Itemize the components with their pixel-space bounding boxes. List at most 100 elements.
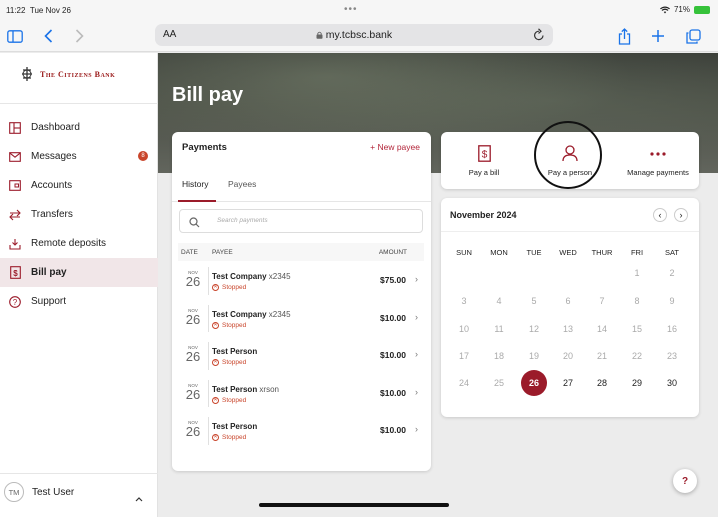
question-circle-icon: ?: [8, 295, 22, 309]
calendar-day[interactable]: 27: [555, 370, 581, 396]
weekday-label: THUR: [591, 248, 613, 257]
calendar-day[interactable]: 23: [659, 343, 685, 369]
sidebar-item-label: Support: [31, 296, 67, 307]
status-time: 11:22 Tue Nov 26: [6, 6, 71, 15]
sidebar-nav: Dashboard Messages 8 Accounts Transfers …: [0, 113, 158, 316]
table-row[interactable]: NOV 26 Test Person ✕ Stopped $10.00 ›: [178, 337, 424, 375]
deposit-icon: [8, 237, 22, 251]
user-menu[interactable]: TM Test User: [4, 482, 74, 502]
calendar-day[interactable]: 3: [451, 288, 477, 314]
table-header: DATE PAYEE AMOUNT: [178, 243, 424, 261]
unread-badge: 8: [138, 151, 148, 161]
address-bar[interactable]: AA my.tcbsc.bank: [155, 24, 553, 46]
calendar-day[interactable]: 29: [624, 370, 650, 396]
calendar-day[interactable]: 21: [589, 343, 615, 369]
payment-amount: $75.00: [380, 275, 406, 285]
calendar-day[interactable]: 8: [624, 288, 650, 314]
status-badge: ✕ Stopped: [212, 434, 247, 441]
lock-icon: [316, 31, 323, 39]
back-icon[interactable]: [37, 25, 59, 47]
calendar-day[interactable]: 2: [659, 260, 685, 286]
search-input[interactable]: Search payments: [179, 209, 423, 233]
browser-toolbar: AA my.tcbsc.bank: [0, 20, 718, 52]
calendar-day[interactable]: 1: [624, 260, 650, 286]
sidebar-toggle-icon[interactable]: [4, 25, 26, 47]
column-amount: AMOUNT: [378, 249, 407, 256]
sidebar-item-label: Accounts: [31, 180, 73, 191]
calendar-day[interactable]: 4: [486, 288, 512, 314]
url-text[interactable]: my.tcbsc.bank: [155, 29, 553, 41]
table-row[interactable]: NOV 26 Test Person ✕ Stopped $10.00 ›: [178, 412, 424, 450]
chevron-right-icon: ›: [415, 386, 418, 397]
calendar-day[interactable]: 20: [555, 343, 581, 369]
calendar-day[interactable]: 10: [451, 316, 477, 342]
calendar-day[interactable]: 6: [555, 288, 581, 314]
calendar-day[interactable]: 28: [589, 370, 615, 396]
table-row[interactable]: NOV 26 Test Company x2345 ✕ Stopped $75.00…: [178, 262, 424, 300]
payment-amount: $10.00: [380, 350, 406, 360]
sidebar-item-messages[interactable]: Messages 8: [0, 142, 158, 171]
sidebar-item-transfers[interactable]: Transfers: [0, 200, 158, 229]
avatar: TM: [4, 482, 24, 502]
manage-payments-label: Manage payments: [627, 167, 689, 177]
calendar-day[interactable]: 19: [521, 343, 547, 369]
calendar-day[interactable]: 11: [486, 316, 512, 342]
bank-logo[interactable]: The Citizens Bank: [20, 66, 115, 82]
calendar-day[interactable]: 9: [659, 288, 685, 314]
sidebar-item-label: Messages: [31, 151, 77, 162]
battery-percent: 71%: [673, 5, 690, 14]
calendar-day-today[interactable]: 26: [521, 370, 547, 396]
column-date: DATE: [181, 249, 198, 256]
sidebar-item-remote-deposits[interactable]: Remote deposits: [0, 229, 158, 258]
home-indicator: [259, 503, 449, 507]
chevron-right-icon: ›: [415, 424, 418, 434]
column-payee: PAYEE: [212, 249, 233, 256]
sidebar-item-support[interactable]: ? Support: [0, 287, 158, 316]
pay-bill-button[interactable]: $ Pay a bill: [449, 132, 519, 189]
calendar-day[interactable]: 12: [521, 316, 547, 342]
calendar-day[interactable]: 25: [486, 370, 512, 396]
forward-icon[interactable]: [68, 25, 90, 47]
page-title: Bill pay: [172, 84, 244, 106]
tabs-overview-icon[interactable]: [682, 25, 704, 47]
bank-name: The Citizens Bank: [40, 69, 116, 79]
divider: [0, 103, 158, 104]
status-bar: 11:22 Tue Nov 26 ••• 71%: [0, 0, 718, 20]
weekday-label: WED: [559, 248, 577, 257]
calendar-day[interactable]: 16: [659, 316, 685, 342]
calendar-day[interactable]: 24: [451, 370, 477, 396]
new-payee-link[interactable]: + New payee: [370, 142, 420, 152]
calendar-day[interactable]: 7: [589, 288, 615, 314]
status-badge: ✕ Stopped: [212, 359, 247, 366]
share-icon[interactable]: [613, 25, 635, 47]
table-row[interactable]: NOV 26 Test Person xrson ✕ Stopped $10.00 …: [178, 375, 424, 413]
calendar-day[interactable]: 30: [659, 370, 685, 396]
calendar-month-title: November 2024: [450, 210, 517, 220]
sidebar-item-dashboard[interactable]: Dashboard: [0, 113, 158, 142]
weekday-label: FRI: [630, 248, 644, 257]
tab-history[interactable]: History: [182, 179, 208, 189]
sidebar-item-bill-pay[interactable]: $ Bill pay: [0, 258, 158, 287]
help-button[interactable]: ?: [673, 469, 697, 493]
sidebar-item-accounts[interactable]: Accounts: [0, 171, 158, 200]
calendar-day[interactable]: 5: [521, 288, 547, 314]
calendar-day[interactable]: 22: [624, 343, 650, 369]
tab-payees[interactable]: Payees: [228, 179, 256, 189]
multitask-dots-icon[interactable]: •••: [344, 4, 358, 15]
pay-bill-label: Pay a bill: [468, 167, 500, 177]
svg-text:?: ?: [13, 298, 18, 307]
calendar-day[interactable]: 14: [589, 316, 615, 342]
calendar-day[interactable]: 15: [624, 316, 650, 342]
more-dots-icon: [650, 145, 666, 163]
chevron-right-icon[interactable]: ›: [674, 208, 688, 222]
chevron-left-icon[interactable]: ‹: [653, 208, 667, 222]
calendar-day[interactable]: 17: [451, 343, 477, 369]
calendar-day[interactable]: 18: [486, 343, 512, 369]
new-tab-icon[interactable]: [647, 25, 669, 47]
table-row[interactable]: NOV 26 Test Company x2345 ✕ Stopped $10.00…: [178, 300, 424, 338]
chevron-up-icon[interactable]: [135, 489, 143, 507]
weekday-label: TUE: [526, 248, 542, 257]
reload-icon[interactable]: [533, 27, 545, 46]
calendar-day[interactable]: 13: [555, 316, 581, 342]
manage-payments-button[interactable]: Manage payments: [617, 132, 699, 189]
